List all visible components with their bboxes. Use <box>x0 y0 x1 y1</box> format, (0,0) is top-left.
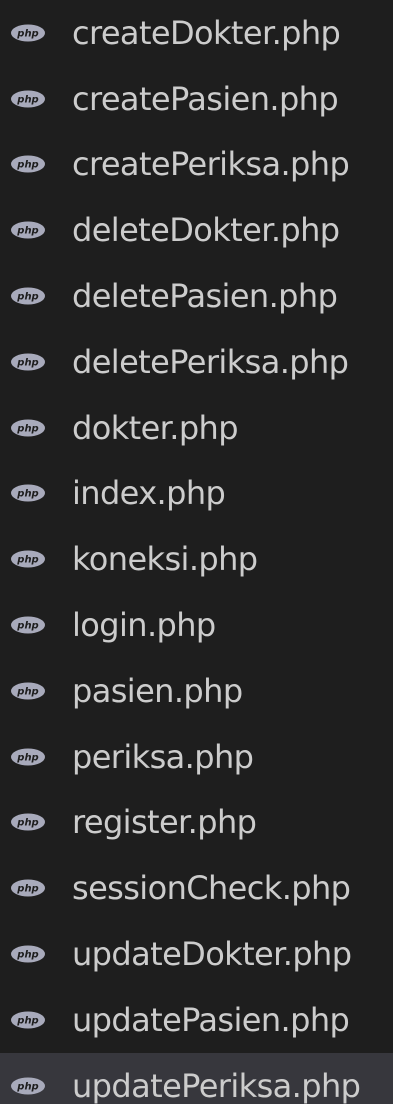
svg-text:php: php <box>16 884 38 895</box>
file-name: updatePasien.php <box>72 1000 350 1039</box>
file-name: register.php <box>72 803 257 842</box>
php-file-icon: php <box>10 285 48 307</box>
php-file-icon: php <box>10 746 48 768</box>
php-file-icon: php <box>10 351 48 373</box>
php-file-icon: php <box>10 680 48 702</box>
file-explorer: php createDokter.php php createPasien.ph… <box>0 0 393 1104</box>
php-file-icon: php <box>10 482 48 504</box>
file-name: createPasien.php <box>72 79 339 118</box>
svg-text:php: php <box>16 752 38 763</box>
file-list-item[interactable]: php dokter.php <box>0 395 393 461</box>
php-file-icon: php <box>10 219 48 241</box>
file-name: dokter.php <box>72 408 239 447</box>
svg-text:php: php <box>16 292 38 303</box>
file-name: updateDokter.php <box>72 935 352 974</box>
php-file-icon: php <box>10 1009 48 1031</box>
svg-text:php: php <box>16 28 38 39</box>
file-name: updatePeriksa.php <box>72 1066 361 1104</box>
file-name: createPeriksa.php <box>72 145 350 184</box>
file-list-item[interactable]: php login.php <box>0 592 393 658</box>
file-list-item[interactable]: php createPasien.php <box>0 66 393 132</box>
file-list-item[interactable]: php index.php <box>0 461 393 527</box>
svg-text:php: php <box>16 357 38 368</box>
svg-text:php: php <box>16 160 38 171</box>
php-file-icon: php <box>10 417 48 439</box>
svg-text:php: php <box>16 94 38 105</box>
svg-text:php: php <box>16 950 38 961</box>
file-list-item[interactable]: php updatePasien.php <box>0 987 393 1053</box>
file-list-item[interactable]: php pasien.php <box>0 658 393 724</box>
file-name: deleteDokter.php <box>72 211 340 250</box>
file-list-item[interactable]: php createPeriksa.php <box>0 132 393 198</box>
file-list: php createDokter.php php createPasien.ph… <box>0 0 393 1104</box>
svg-text:php: php <box>16 555 38 566</box>
file-list-item[interactable]: php createDokter.php <box>0 0 393 66</box>
svg-text:php: php <box>16 1081 38 1092</box>
file-list-item[interactable]: php koneksi.php <box>0 526 393 592</box>
php-file-icon: php <box>10 811 48 833</box>
file-list-item[interactable]: php deletePasien.php <box>0 263 393 329</box>
file-list-item[interactable]: php register.php <box>0 790 393 856</box>
file-list-item[interactable]: php sessionCheck.php <box>0 855 393 921</box>
php-file-icon: php <box>10 22 48 44</box>
file-name: pasien.php <box>72 671 243 710</box>
svg-text:php: php <box>16 226 38 237</box>
file-list-item[interactable]: php periksa.php <box>0 724 393 790</box>
file-name: sessionCheck.php <box>72 869 351 908</box>
file-name: periksa.php <box>72 737 254 776</box>
file-name: index.php <box>72 474 226 513</box>
file-name: login.php <box>72 606 216 645</box>
svg-text:php: php <box>16 1015 38 1026</box>
file-name: deletePeriksa.php <box>72 342 349 381</box>
svg-text:php: php <box>16 818 38 829</box>
file-name: deletePasien.php <box>72 277 338 316</box>
php-file-icon: php <box>10 943 48 965</box>
php-file-icon: php <box>10 153 48 175</box>
php-file-icon: php <box>10 877 48 899</box>
file-list-item[interactable]: php deleteDokter.php <box>0 197 393 263</box>
file-name: koneksi.php <box>72 540 258 579</box>
php-file-icon: php <box>10 614 48 636</box>
php-file-icon: php <box>10 548 48 570</box>
svg-text:php: php <box>16 621 38 632</box>
svg-text:php: php <box>16 489 38 500</box>
file-name: createDokter.php <box>72 13 341 52</box>
php-file-icon: php <box>10 88 48 110</box>
file-list-item[interactable]: php updateDokter.php <box>0 921 393 987</box>
file-list-item[interactable]: php updatePeriksa.php <box>0 1052 393 1104</box>
svg-text:php: php <box>16 423 38 434</box>
file-list-item[interactable]: php deletePeriksa.php <box>0 329 393 395</box>
php-file-icon: php <box>10 1075 48 1097</box>
svg-text:php: php <box>16 686 38 697</box>
